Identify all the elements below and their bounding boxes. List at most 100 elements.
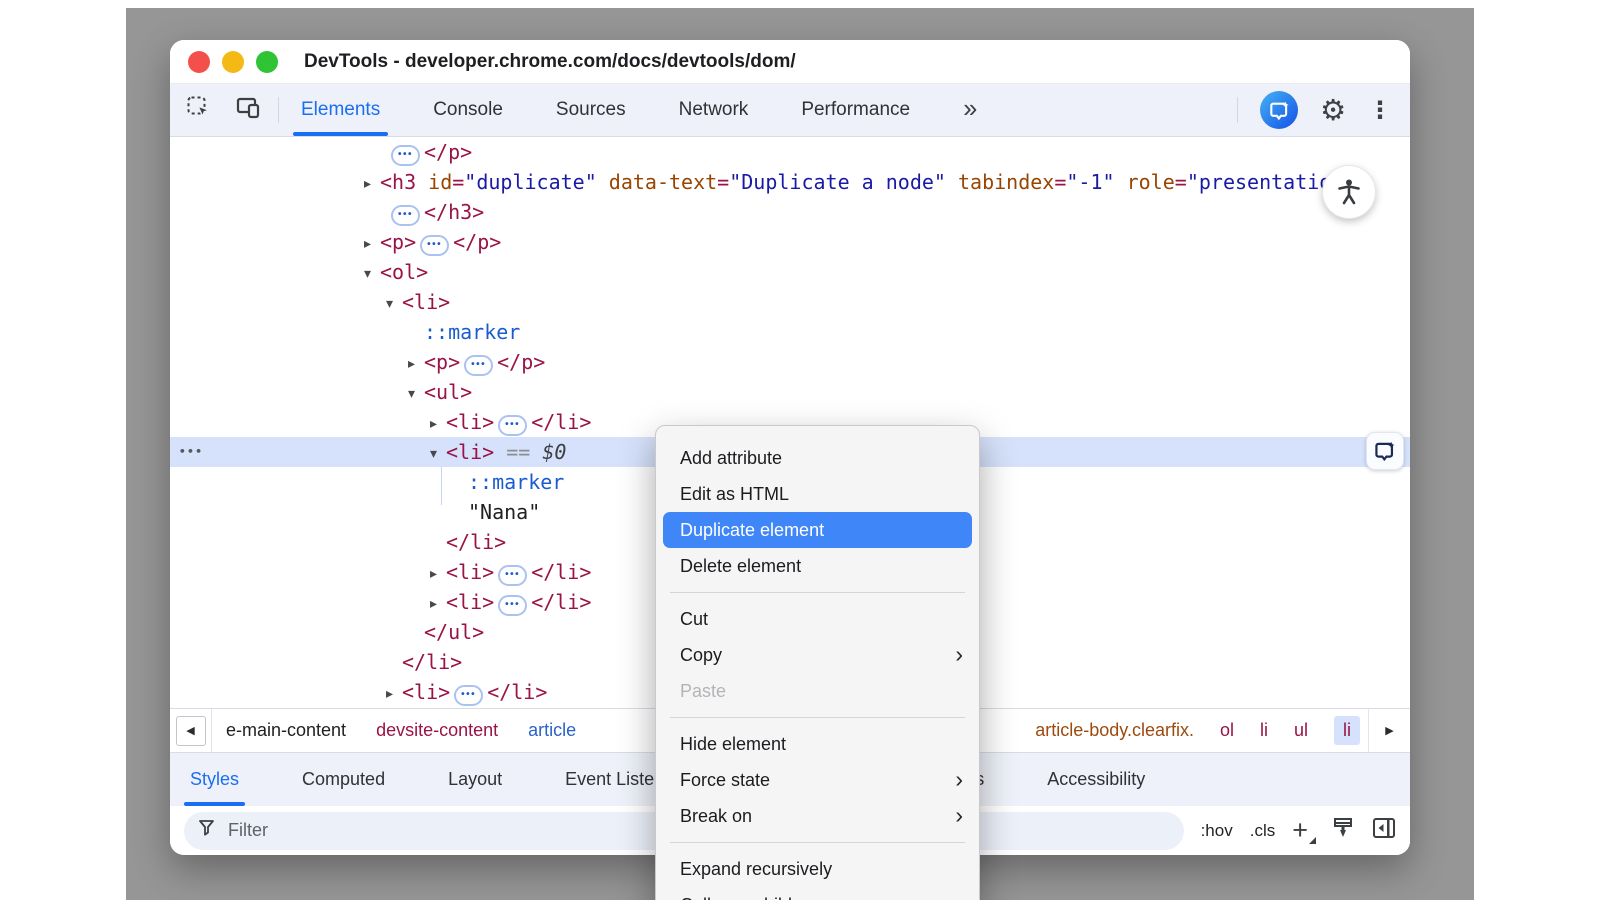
- kebab-menu-icon[interactable]: ⋮: [1368, 98, 1392, 122]
- code-token: <p>: [424, 350, 460, 374]
- breadcrumb-item-article[interactable]: article: [528, 720, 576, 741]
- tree-row[interactable]: •••</h3>: [170, 197, 1410, 227]
- code-token: id: [416, 170, 452, 194]
- breadcrumb-item-li[interactable]: li: [1334, 716, 1360, 745]
- twisty-collapsed-icon[interactable]: ▸: [430, 409, 446, 439]
- ai-badge-button[interactable]: [1366, 432, 1404, 470]
- twisty-collapsed-icon[interactable]: ▸: [386, 679, 402, 708]
- code-token: </p>: [424, 140, 472, 164]
- panel-tab-strip: Elements Console Sources Network Performance: [301, 84, 910, 136]
- twisty-collapsed-icon[interactable]: ▸: [364, 229, 380, 259]
- window-title: DevTools - developer.chrome.com/docs/dev…: [304, 51, 796, 73]
- breadcrumb-item-article-body-clearfix[interactable]: article-body.clearfix.: [1035, 720, 1194, 741]
- tree-row[interactable]: ::marker: [170, 317, 1410, 347]
- panel-tab-network[interactable]: Network: [679, 84, 749, 136]
- breadcrumb-scroll-right-button[interactable]: ▶: [1368, 709, 1410, 752]
- code-token: $0: [542, 440, 566, 464]
- ai-assistance-icon: [1269, 100, 1290, 121]
- menu-item-expand-recursively[interactable]: Expand recursively: [656, 851, 979, 887]
- more-tabs-icon[interactable]: ››: [963, 93, 974, 127]
- menu-item-cut[interactable]: Cut: [656, 601, 979, 637]
- desktop-backdrop: DevTools - developer.chrome.com/docs/dev…: [126, 8, 1474, 900]
- inline-expand-icon[interactable]: •••: [391, 145, 420, 166]
- sidebar-tab-accessibility[interactable]: Accessibility: [1047, 753, 1145, 806]
- breadcrumb-item-devsite-content[interactable]: devsite-content: [376, 720, 498, 741]
- twisty-collapsed-icon[interactable]: ▸: [408, 349, 424, 379]
- minimize-button[interactable]: [222, 51, 244, 73]
- menu-item-collapse-children[interactable]: Collapse children: [656, 887, 979, 900]
- submenu-arrow-icon: ›: [955, 768, 963, 793]
- gear-icon[interactable]: ⚙: [1320, 96, 1346, 125]
- menu-item-add-attribute[interactable]: Add attribute: [656, 440, 979, 476]
- panel-tab-elements[interactable]: Elements: [301, 84, 380, 136]
- twisty-expanded-icon[interactable]: ▾: [386, 289, 402, 319]
- panel-tab-performance[interactable]: Performance: [801, 84, 910, 136]
- code-token: </li>: [531, 410, 591, 434]
- device-toolbar-icon[interactable]: [236, 96, 262, 125]
- class-toggle-button[interactable]: .cls: [1250, 821, 1276, 841]
- code-token: </li>: [531, 590, 591, 614]
- filter-funnel-icon: [198, 819, 216, 842]
- code-token: </p>: [453, 230, 501, 254]
- sidebar-tab-styles[interactable]: Styles: [190, 753, 239, 806]
- tree-row[interactable]: ▾<ol>: [170, 257, 1410, 287]
- tree-row[interactable]: ▸<p>•••</p>: [170, 347, 1410, 377]
- breadcrumb-item-e-main-content[interactable]: e-main-content: [226, 720, 346, 741]
- menu-item-duplicate-element[interactable]: Duplicate element: [663, 512, 972, 548]
- code-token: <ul>: [424, 380, 472, 404]
- menu-separator: [670, 592, 965, 593]
- tree-row[interactable]: ▸<p>•••</p>: [170, 227, 1410, 257]
- inspect-cursor-icon[interactable]: [186, 95, 212, 126]
- rendering-brush-icon[interactable]: [1331, 816, 1355, 845]
- code-token: <li>: [446, 440, 494, 464]
- code-token: </h3>: [424, 200, 484, 224]
- inline-expand-icon[interactable]: •••: [464, 355, 493, 376]
- menu-item-paste: Paste: [656, 673, 979, 709]
- sidebar-tab-computed[interactable]: Computed: [302, 753, 385, 806]
- breadcrumb-item-ul[interactable]: ul: [1294, 720, 1308, 741]
- breadcrumb-scroll-left-button[interactable]: ◀: [170, 709, 212, 752]
- context-menu: Add attributeEdit as HTMLDuplicate eleme…: [655, 425, 980, 900]
- ai-assistance-button[interactable]: [1260, 91, 1298, 129]
- inline-expand-icon[interactable]: •••: [391, 205, 420, 226]
- inline-expand-icon[interactable]: •••: [498, 565, 527, 586]
- tree-row[interactable]: ▾<li>: [170, 287, 1410, 317]
- menu-item-copy[interactable]: Copy›: [656, 637, 979, 673]
- breadcrumb-item-li[interactable]: li: [1260, 720, 1268, 741]
- panel-tab-console[interactable]: Console: [433, 84, 503, 136]
- close-button[interactable]: [188, 51, 210, 73]
- menu-item-delete-element[interactable]: Delete element: [656, 548, 979, 584]
- inline-expand-icon[interactable]: •••: [454, 685, 483, 706]
- tree-row[interactable]: •••</p>: [170, 137, 1410, 167]
- inline-expand-icon[interactable]: •••: [498, 415, 527, 436]
- twisty-expanded-icon[interactable]: ▾: [364, 259, 380, 289]
- menu-item-break-on[interactable]: Break on›: [656, 798, 979, 834]
- inline-expand-icon[interactable]: •••: [498, 595, 527, 616]
- twisty-collapsed-icon[interactable]: ▸: [430, 589, 446, 619]
- breadcrumb-item-ol[interactable]: ol: [1220, 720, 1234, 741]
- inline-expand-icon[interactable]: •••: [420, 235, 449, 256]
- menu-item-force-state[interactable]: Force state›: [656, 762, 979, 798]
- toggle-sidebar-icon[interactable]: [1372, 817, 1396, 844]
- twisty-expanded-icon[interactable]: ▾: [430, 439, 446, 469]
- pseudo-state-button[interactable]: :hov: [1201, 821, 1233, 841]
- panel-tab-sources[interactable]: Sources: [556, 84, 626, 136]
- tree-row[interactable]: ▾<ul>: [170, 377, 1410, 407]
- zoom-button[interactable]: [256, 51, 278, 73]
- row-overflow-menu-icon[interactable]: •••: [179, 437, 203, 467]
- code-token: <li>: [402, 680, 450, 704]
- menu-item-edit-as-html[interactable]: Edit as HTML: [656, 476, 979, 512]
- twisty-collapsed-icon[interactable]: ▸: [430, 559, 446, 589]
- code-token: </li>: [446, 530, 506, 554]
- accessibility-overlay-button[interactable]: [1323, 166, 1375, 218]
- tree-row[interactable]: ▸<h3 id="duplicate" data-text="Duplicate…: [170, 167, 1410, 197]
- menu-item-hide-element[interactable]: Hide element: [656, 726, 979, 762]
- sidebar-tab-layout[interactable]: Layout: [448, 753, 502, 806]
- new-style-rule-button[interactable]: +: [1292, 817, 1314, 844]
- person-icon: [1334, 177, 1364, 207]
- twisty-expanded-icon[interactable]: ▾: [408, 379, 424, 409]
- code-token: "duplicate": [464, 170, 596, 194]
- code-token: =: [717, 170, 729, 194]
- submenu-arrow-icon: ›: [955, 804, 963, 829]
- twisty-collapsed-icon[interactable]: ▸: [364, 169, 380, 199]
